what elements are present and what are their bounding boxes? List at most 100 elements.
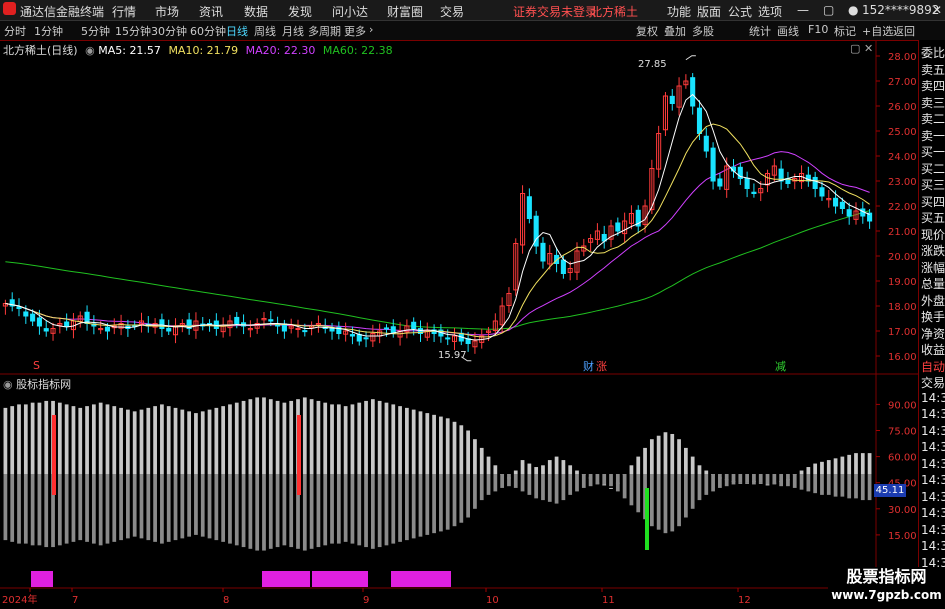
menu-options[interactable]: 选项 (758, 3, 782, 20)
menu-discover[interactable]: 发现 (288, 3, 312, 20)
menu-market[interactable]: 市场 (155, 3, 179, 20)
side-panel-item[interactable]: 14:38 (919, 440, 945, 454)
ind-bar-upper (425, 413, 430, 474)
ind-signal-red (52, 415, 56, 495)
ind-bar-lower (139, 474, 144, 539)
marker-finance[interactable]: 财 (583, 358, 594, 374)
side-panel-item[interactable]: 14:38 (919, 407, 945, 421)
toolbar-mark-button[interactable]: 标记 (834, 23, 856, 39)
period-tab-60min[interactable]: 60分钟 (190, 23, 226, 39)
ind-bar-upper (867, 453, 872, 474)
side-panel-item: 涨幅 (921, 260, 945, 275)
y-tick-label: 27.00 (888, 77, 917, 88)
user-icon[interactable]: ● (848, 3, 858, 17)
period-tab-30min[interactable]: 30分钟 (151, 23, 187, 39)
ind-bar-upper (173, 407, 178, 474)
marker-reduce[interactable]: 减 (775, 358, 786, 374)
trade-login-notice[interactable]: 证券交易未登录 (513, 3, 597, 20)
candle-body (690, 77, 696, 107)
ind-bar-upper (452, 421, 457, 474)
marker-s[interactable]: S (33, 359, 40, 372)
close-icon[interactable]: ✕ (932, 3, 942, 17)
ind-bar-lower (595, 474, 600, 485)
toolbar-back-button[interactable]: 返回 (893, 23, 915, 39)
ind-y-tick-label: 30.00 (888, 505, 917, 516)
candle-body (356, 333, 362, 342)
period-tab-more[interactable]: 更多 (344, 23, 366, 39)
ind-bar-upper (221, 406, 226, 474)
ind-bar-upper (64, 404, 69, 474)
toolbar-add-watchlist-button[interactable]: +自选 (862, 23, 893, 39)
period-tab-timeshare[interactable]: 分时 (4, 23, 26, 39)
side-panel-item: 卖三 (921, 95, 945, 110)
menu-trade[interactable]: 交易 (440, 3, 464, 20)
period-tab-1min[interactable]: 1分钟 (34, 23, 63, 39)
candle-body (43, 328, 49, 332)
side-panel-item[interactable]: 14:38 (919, 391, 945, 405)
ind-bar-upper (411, 409, 416, 474)
ind-bar-upper (445, 418, 450, 474)
ind-bar-lower (799, 474, 804, 490)
menu-layout[interactable]: 版面 (697, 3, 721, 20)
toolbar-draw-button[interactable]: 画线 (777, 23, 799, 39)
ind-bar-lower (649, 474, 654, 527)
ind-bar-upper (370, 399, 375, 474)
ind-bar-lower (473, 474, 477, 509)
x-tick-label: 9 (363, 595, 369, 606)
menu-data[interactable]: 数据 (244, 3, 268, 20)
ind-bar-upper (336, 404, 341, 474)
x-tick-label: 10 (486, 595, 499, 606)
ind-bar-upper (323, 402, 328, 474)
toolbar-stats-button[interactable]: 统计 (749, 23, 771, 39)
side-panel-item[interactable]: 14:38 (919, 523, 945, 537)
toolbar-f10-button[interactable]: F10 (808, 23, 828, 36)
toolbar-adjust-button[interactable]: 复权 (636, 23, 658, 39)
period-tab-monthly[interactable]: 月线 (282, 23, 304, 39)
side-panel-item[interactable]: 14:38 (919, 457, 945, 471)
side-panel-item[interactable]: 14:38 (919, 539, 945, 553)
indicator-toggle-icon[interactable]: ◉ (3, 378, 13, 391)
ind-bar-upper (541, 465, 545, 474)
candle-body (383, 327, 390, 330)
ind-bar-upper (268, 399, 273, 474)
marker-rise[interactable]: 涨 (596, 358, 607, 374)
toolbar-overlay-button[interactable]: 叠加 (664, 23, 686, 39)
menu-formula[interactable]: 公式 (728, 3, 752, 20)
kline-chart[interactable]: 28.00 27.00 26.00 25.00 24.00 23.00 22.00 21.00… (0, 40, 918, 609)
menu-wealth-circle[interactable]: 财富圈 (387, 3, 423, 20)
period-tab-daily[interactable]: 日线 (226, 23, 248, 39)
side-panel-item[interactable]: 14:38 (919, 424, 945, 438)
ind-bar-lower (704, 474, 709, 495)
user-account[interactable]: 152****9892 (862, 3, 939, 17)
minimize-icon[interactable]: — (797, 3, 809, 17)
menu-market-quotes[interactable]: 行情 (112, 3, 136, 20)
ind-bar-lower (255, 474, 260, 551)
restore-icon[interactable]: ▢ (823, 3, 834, 17)
y-tick-label: 25.00 (888, 127, 917, 138)
side-panel-item[interactable]: 14:38 (919, 490, 945, 504)
side-panel-item[interactable]: 14:38 (919, 473, 945, 487)
side-panel-item[interactable]: 自动 (919, 358, 945, 375)
ind-bar-lower (813, 474, 818, 494)
menu-functions[interactable]: 功能 (667, 3, 691, 20)
toolbar-multi-stock-button[interactable]: 多股 (692, 23, 714, 39)
side-panel-item[interactable]: 交易 (919, 374, 945, 391)
chevron-right-icon[interactable]: › (369, 23, 373, 36)
menu-news[interactable]: 资讯 (199, 3, 223, 20)
ind-y-tick-label: 90.00 (888, 400, 917, 411)
ind-bar-lower (731, 474, 736, 485)
period-tab-5min[interactable]: 5分钟 (81, 23, 110, 39)
ind-bar-lower (541, 474, 545, 501)
period-tab-15min[interactable]: 15分钟 (115, 23, 151, 39)
period-tab-multi[interactable]: 多周期 (308, 23, 341, 39)
ind-bar-lower (547, 474, 552, 502)
side-panel-item[interactable]: 14:38 (919, 506, 945, 520)
period-tab-weekly[interactable]: 周线 (254, 23, 276, 39)
menu-ask-xiaoda[interactable]: 问小达 (332, 3, 368, 20)
ind-bar-lower (411, 474, 416, 539)
ind-bar-lower (445, 474, 450, 530)
ind-bar-upper (391, 404, 396, 474)
ind-bar-lower (581, 474, 586, 488)
side-panel-item: 净资 (921, 326, 945, 341)
ind-bar-lower (629, 474, 634, 506)
